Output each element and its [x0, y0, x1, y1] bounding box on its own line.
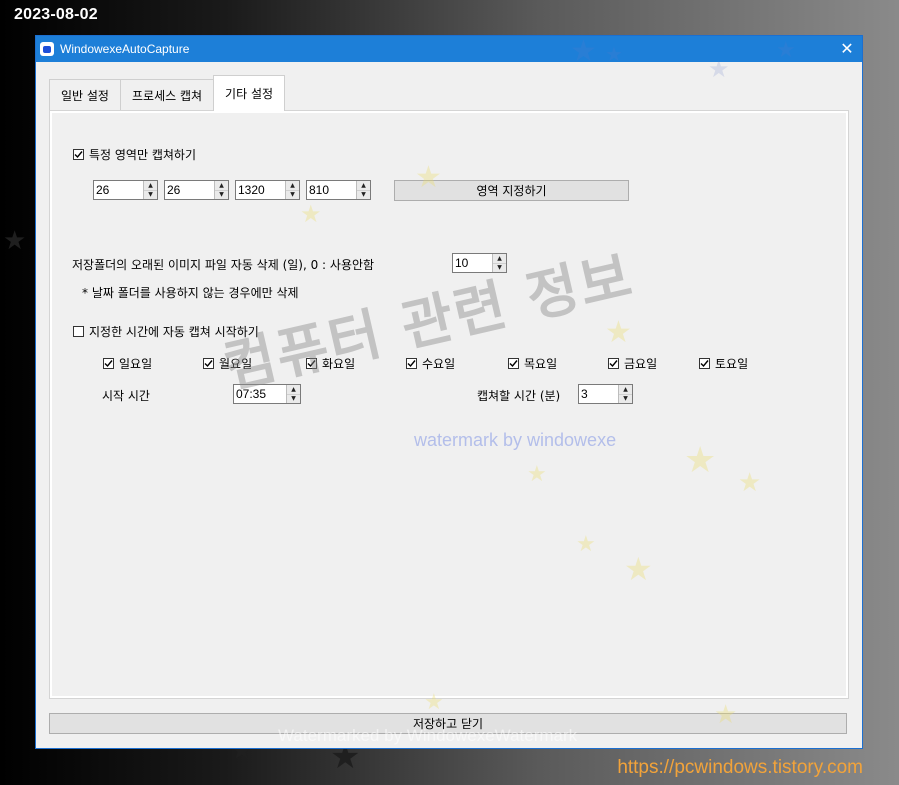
day-label: 목요일 — [524, 357, 558, 371]
day-checkbox-monday[interactable]: 월요일 — [203, 355, 252, 372]
date-stamp: 2023-08-02 — [14, 6, 98, 23]
region-height-spinner[interactable]: 810 ▲ ▼ — [306, 180, 371, 200]
region-width-spinner[interactable]: 1320 ▲ ▼ — [235, 180, 300, 200]
day-label: 금요일 — [624, 357, 658, 371]
spin-up-icon[interactable]: ▲ — [493, 254, 506, 264]
region-capture-checkbox[interactable]: 특정 영역만 캡쳐하기 — [73, 146, 196, 163]
region-y-spinner[interactable]: 26 ▲ ▼ — [164, 180, 229, 200]
tab-label: 프로세스 캡쳐 — [131, 89, 203, 103]
spin-up-icon[interactable]: ▲ — [287, 385, 300, 395]
app-window: WindowexeAutoCapture ✕ 일반 설정 프로세스 캡쳐 기타 … — [35, 35, 863, 749]
spin-up-icon[interactable]: ▲ — [619, 385, 632, 395]
spin-up-icon[interactable]: ▲ — [144, 181, 157, 191]
auto-delete-label: 저장폴더의 오래된 이미지 파일 자동 삭제 (일), 0 : 사용안함 — [72, 258, 375, 272]
duration-label: 캡쳐할 시간 (분) — [477, 389, 561, 403]
check-icon — [74, 151, 83, 159]
title-bar: WindowexeAutoCapture ✕ — [36, 36, 862, 62]
checkbox-box[interactable] — [608, 358, 619, 369]
site-url: https://pcwindows.tistory.com — [617, 757, 863, 778]
day-label: 화요일 — [322, 357, 356, 371]
spin-up-icon[interactable]: ▲ — [357, 181, 370, 191]
spin-down-icon[interactable]: ▼ — [619, 394, 632, 403]
checkbox-box[interactable] — [203, 358, 214, 369]
set-region-button[interactable]: 영역 지정하기 — [394, 180, 629, 201]
tab-strip: 일반 설정 프로세스 캡쳐 기타 설정 — [49, 75, 286, 111]
tab-content: 특정 영역만 캡쳐하기 26 ▲ ▼ 26 ▲ ▼ 1320 ▲ ▼ 810 ▲ ▼ 영… — [52, 113, 846, 696]
star-icon: ★ — [3, 226, 27, 256]
checkbox-label: 지정한 시간에 자동 캡쳐 시작하기 — [89, 325, 259, 339]
check-icon — [700, 360, 709, 368]
spin-up-icon[interactable]: ▲ — [215, 181, 228, 191]
close-button[interactable]: ✕ — [832, 36, 862, 62]
checkbox-box[interactable] — [73, 149, 84, 160]
region-x-value[interactable]: 26 — [94, 181, 143, 199]
duration-value[interactable]: 3 — [579, 385, 618, 403]
checkbox-box[interactable] — [699, 358, 710, 369]
region-width-value[interactable]: 1320 — [236, 181, 285, 199]
spin-down-icon[interactable]: ▼ — [144, 190, 157, 199]
scheduled-capture-checkbox[interactable]: 지정한 시간에 자동 캡쳐 시작하기 — [73, 323, 259, 340]
window-title: WindowexeAutoCapture — [60, 42, 190, 56]
spin-down-icon[interactable]: ▼ — [215, 190, 228, 199]
day-label: 수요일 — [422, 357, 456, 371]
region-height-value[interactable]: 810 — [307, 181, 356, 199]
region-x-spinner[interactable]: 26 ▲ ▼ — [93, 180, 158, 200]
duration-spinner[interactable]: 3 ▲ ▼ — [578, 384, 633, 404]
start-time-label: 시작 시간 — [102, 389, 150, 403]
day-checkbox-thursday[interactable]: 목요일 — [508, 355, 557, 372]
spin-down-icon[interactable]: ▼ — [357, 190, 370, 199]
day-label: 토요일 — [715, 357, 749, 371]
close-icon: ✕ — [840, 41, 854, 58]
auto-delete-days-spinner[interactable]: 10 ▲ ▼ — [452, 253, 507, 273]
spin-down-icon[interactable]: ▼ — [493, 263, 506, 272]
region-y-value[interactable]: 26 — [165, 181, 214, 199]
day-label: 일요일 — [119, 357, 153, 371]
day-checkbox-saturday[interactable]: 토요일 — [699, 355, 748, 372]
tab-general-settings[interactable]: 일반 설정 — [49, 79, 121, 111]
day-checkbox-wednesday[interactable]: 수요일 — [406, 355, 455, 372]
checkbox-box[interactable] — [306, 358, 317, 369]
tab-label: 일반 설정 — [61, 89, 109, 103]
tab-panel: 특정 영역만 캡쳐하기 26 ▲ ▼ 26 ▲ ▼ 1320 ▲ ▼ 810 ▲ ▼ 영… — [49, 110, 849, 699]
start-time-picker[interactable]: 07:35 ▲ ▼ — [233, 384, 301, 404]
day-label: 월요일 — [219, 357, 253, 371]
start-time-value[interactable]: 07:35 — [234, 385, 286, 403]
auto-delete-days-value[interactable]: 10 — [453, 254, 492, 272]
save-and-close-button[interactable]: 저장하고 닫기 — [49, 713, 847, 734]
checkbox-box[interactable] — [406, 358, 417, 369]
check-icon — [407, 360, 416, 368]
check-icon — [609, 360, 618, 368]
check-icon — [204, 360, 213, 368]
day-checkbox-tuesday[interactable]: 화요일 — [306, 355, 355, 372]
tab-process-capture[interactable]: 프로세스 캡쳐 — [119, 79, 215, 111]
spin-down-icon[interactable]: ▼ — [287, 394, 300, 403]
tab-label: 기타 설정 — [225, 87, 274, 101]
camera-icon — [40, 42, 54, 56]
day-checkbox-friday[interactable]: 금요일 — [608, 355, 657, 372]
spin-up-icon[interactable]: ▲ — [286, 181, 299, 191]
check-icon — [307, 360, 316, 368]
tab-other-settings[interactable]: 기타 설정 — [213, 75, 286, 111]
checkbox-box[interactable] — [508, 358, 519, 369]
auto-delete-note: * 날짜 폴더를 사용하지 않는 경우에만 삭제 — [82, 286, 299, 300]
check-icon — [104, 360, 113, 368]
check-icon — [509, 360, 518, 368]
checkbox-label: 특정 영역만 캡쳐하기 — [89, 148, 196, 162]
checkbox-box[interactable] — [73, 326, 84, 337]
checkbox-box[interactable] — [103, 358, 114, 369]
day-checkbox-sunday[interactable]: 일요일 — [103, 355, 152, 372]
spin-down-icon[interactable]: ▼ — [286, 190, 299, 199]
